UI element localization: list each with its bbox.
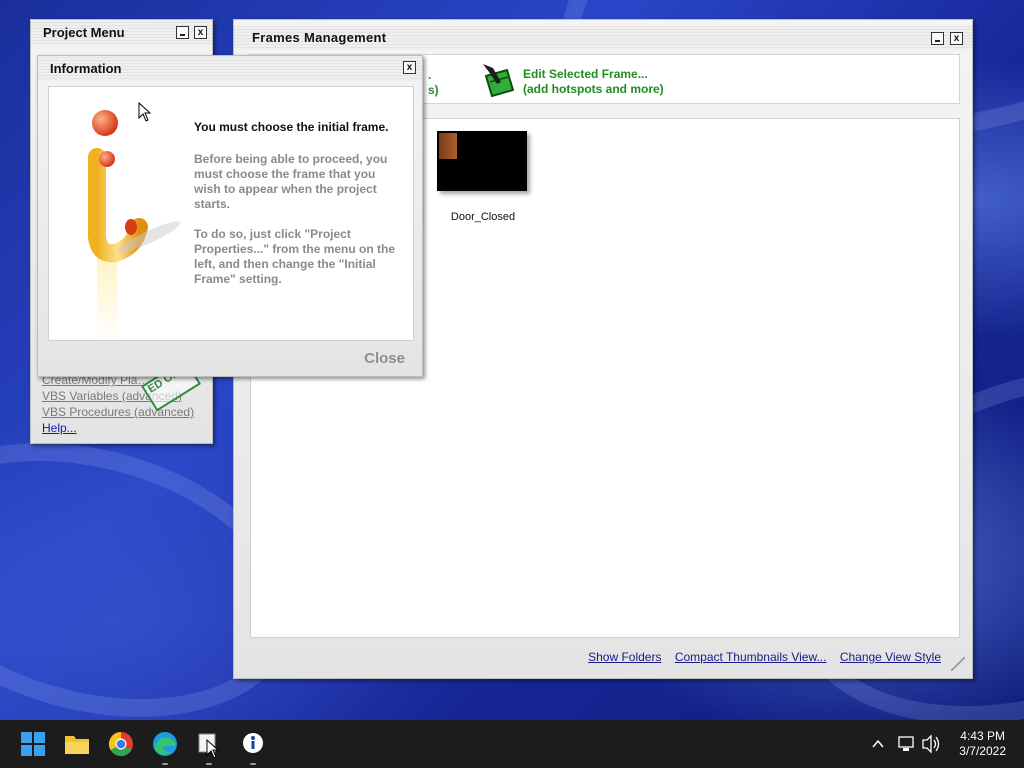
app-editor-button[interactable]	[193, 728, 225, 765]
close-dialog-button[interactable]: x	[403, 61, 416, 74]
close-button[interactable]: Close	[364, 350, 405, 367]
clock-time: 4:43 PM	[960, 729, 1005, 743]
edit-frame-icon	[483, 64, 515, 98]
frame-thumbnail-image	[437, 131, 527, 191]
start-icon	[21, 732, 45, 756]
clock[interactable]: 4:43 PM 3/7/2022	[959, 729, 1006, 759]
chevron-up-icon	[872, 739, 884, 748]
running-indicator	[162, 763, 168, 765]
info-paragraph-1: Before being able to proceed, you must c…	[194, 152, 388, 211]
information-dialog: Information x You must choose the initia…	[37, 55, 423, 377]
start-button[interactable]	[17, 728, 49, 760]
app-editor-icon	[198, 733, 220, 759]
window-title: Project Menu	[43, 25, 125, 40]
toolbar-button-fragment[interactable]: . s)	[428, 68, 439, 98]
info-paragraph-2: To do so, just click "Project Properties…	[194, 227, 396, 286]
change-view-style-link[interactable]: Change View Style	[840, 650, 941, 664]
frames-management-titlebar[interactable]: Frames Management x	[234, 26, 972, 50]
info-heading: You must choose the initial frame.	[194, 120, 389, 134]
close-window-button[interactable]: x	[194, 26, 207, 39]
resize-grip-icon[interactable]	[951, 657, 965, 671]
frame-thumbnail[interactable]: Door_Closed	[437, 131, 529, 223]
edit-frame-line2: (add hotspots and more)	[523, 82, 664, 96]
dialog-title: Information	[50, 61, 122, 76]
volume-button[interactable]	[920, 720, 942, 768]
frame-thumbnail-caption: Door_Closed	[450, 211, 516, 223]
mouse-pointer-icon	[138, 102, 152, 122]
file-explorer-icon	[65, 736, 89, 754]
minimize-icon	[180, 34, 185, 36]
information-body: You must choose the initial frame. Befor…	[48, 86, 414, 341]
minimize-icon	[935, 40, 940, 42]
clock-date: 3/7/2022	[959, 744, 1006, 758]
chrome-button[interactable]	[105, 728, 137, 760]
network-button[interactable]	[896, 720, 918, 768]
network-icon	[898, 736, 914, 751]
project-menu-titlebar[interactable]: Project Menu x	[31, 20, 212, 46]
edge-button[interactable]	[149, 728, 181, 765]
running-indicator	[250, 763, 256, 765]
minimize-button[interactable]	[931, 32, 944, 45]
minimize-button[interactable]	[176, 26, 189, 39]
file-explorer-button[interactable]	[61, 728, 93, 760]
info-app-button[interactable]	[237, 728, 269, 765]
chrome-icon	[108, 732, 133, 757]
edit-selected-frame-label: Edit Selected Frame... (add hotspots and…	[523, 67, 664, 97]
volume-icon	[922, 734, 940, 754]
show-hidden-icons-button[interactable]	[870, 720, 890, 768]
info-i-icon	[88, 110, 181, 340]
vbs-procedures-link[interactable]: VBS Procedures (advanced)	[42, 404, 194, 420]
show-folders-link[interactable]: Show Folders	[588, 650, 661, 664]
help-link[interactable]: Help...	[42, 420, 194, 436]
close-window-button[interactable]: x	[950, 32, 963, 45]
taskbar: 4:43 PM 3/7/2022	[0, 720, 1024, 768]
edit-selected-frame-button[interactable]: Edit Selected Frame... (add hotspots and…	[481, 62, 664, 103]
information-titlebar[interactable]: Information x	[38, 56, 422, 81]
edge-icon	[153, 732, 177, 756]
compact-thumbnails-view-link[interactable]: Compact Thumbnails View...	[675, 650, 827, 664]
window-title: Frames Management	[252, 30, 387, 45]
running-indicator	[206, 763, 212, 765]
door-image-detail	[439, 133, 457, 159]
frames-footer-links: Show Folders Compact Thumbnails View... …	[578, 650, 941, 664]
info-app-icon	[243, 733, 263, 753]
edit-frame-line1: Edit Selected Frame...	[523, 67, 648, 81]
